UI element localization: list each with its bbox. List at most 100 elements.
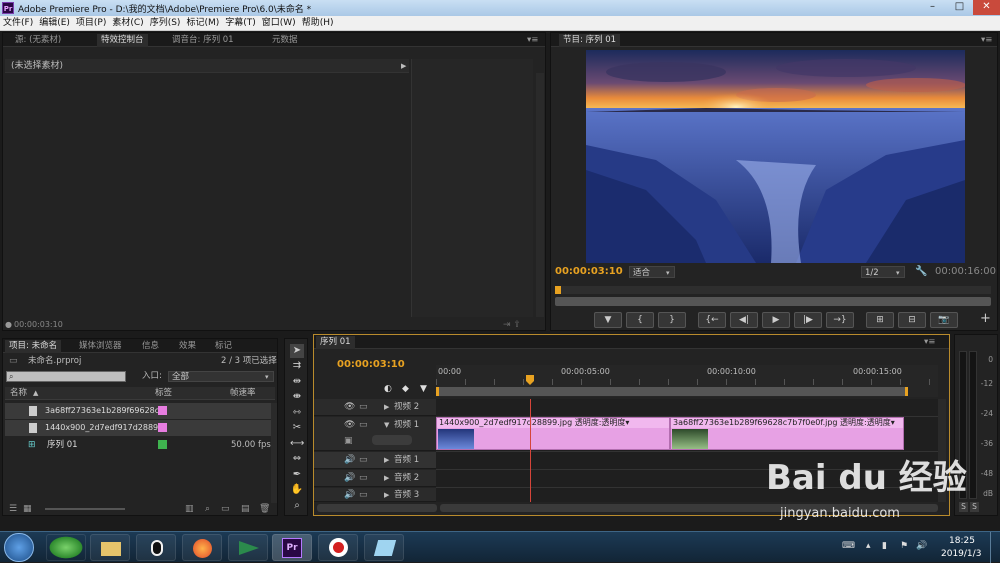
- zoom-tool-icon[interactable]: ⌕: [290, 499, 304, 513]
- video-clip[interactable]: 3a68ff27363e1b289f69628c7b7f0e0f.jpg 透明度…: [670, 417, 904, 450]
- expand-arrow-icon[interactable]: ▶: [401, 60, 406, 72]
- menu-sequence[interactable]: 序列(S): [147, 16, 184, 30]
- add-marker-icon[interactable]: ◆: [402, 383, 409, 395]
- thumbnail-size-slider[interactable]: [45, 508, 125, 510]
- tab-project[interactable]: 项目: 未命名: [5, 340, 62, 353]
- menu-marker[interactable]: 标记(M): [183, 16, 222, 30]
- mark-out-button[interactable]: }: [658, 312, 686, 328]
- list-item[interactable]: ⊞ 序列 01 50.00 fps: [5, 437, 271, 453]
- lock-icon[interactable]: ▭: [359, 419, 368, 431]
- lock-icon[interactable]: ▭: [359, 489, 368, 501]
- tab-effects[interactable]: 效果: [175, 340, 200, 353]
- start-button[interactable]: [4, 533, 34, 562]
- eye-icon[interactable]: 👁: [344, 401, 355, 413]
- program-panel-menu-icon[interactable]: ▾≡: [977, 34, 996, 47]
- close-button[interactable]: ✕: [973, 0, 1000, 15]
- hand-tool-icon[interactable]: ✋: [290, 483, 304, 497]
- work-area-bar[interactable]: [436, 387, 908, 396]
- collapse-arrow-icon[interactable]: ▶: [384, 401, 389, 413]
- column-name[interactable]: 名称: [10, 387, 27, 399]
- show-hidden-icons[interactable]: ▴: [866, 540, 871, 552]
- rolling-edit-tool-icon[interactable]: ⇼: [290, 390, 304, 404]
- program-timecode[interactable]: 00:00:03:10: [555, 266, 623, 278]
- clock-date[interactable]: 2019/1/3: [941, 548, 981, 560]
- timeline-ruler[interactable]: 00:00 00:00:05:00 00:00:10:00 00:00:15:0…: [436, 365, 938, 397]
- panel-menu-icon[interactable]: ▾≡: [523, 34, 542, 47]
- tab-metadata[interactable]: 元数据: [268, 34, 302, 47]
- column-frame-rate[interactable]: 帧速率: [230, 387, 256, 399]
- expand-arrow-icon[interactable]: ▼: [384, 419, 389, 431]
- rate-stretch-tool-icon[interactable]: ⇿: [290, 406, 304, 420]
- tab-program[interactable]: 节目: 序列 01: [559, 34, 621, 47]
- step-forward-button[interactable]: |▶: [794, 312, 822, 328]
- program-playhead[interactable]: [555, 286, 561, 294]
- play-button[interactable]: ▶: [762, 312, 790, 328]
- tab-effect-controls[interactable]: 特效控制台: [97, 34, 148, 47]
- speaker-icon[interactable]: 🔊: [344, 472, 355, 484]
- menu-edit[interactable]: 编辑(E): [36, 16, 73, 30]
- add-button[interactable]: +: [980, 312, 991, 325]
- video-clip[interactable]: 1440x900_2d7edf917d28899.jpg 透明度:透明度▾: [436, 417, 670, 450]
- trash-icon[interactable]: 🗑: [259, 503, 270, 515]
- tab-markers[interactable]: 标记: [211, 340, 236, 353]
- speaker-icon[interactable]: 🔊: [344, 454, 355, 466]
- export-icon[interactable]: ⇥ ⇪: [503, 319, 521, 331]
- track-select-tool-icon[interactable]: ⇉: [290, 359, 304, 373]
- lift-button[interactable]: ⊞: [866, 312, 894, 328]
- taskbar-app-icon[interactable]: [46, 534, 86, 561]
- media-app-icon[interactable]: [228, 534, 268, 561]
- zoom-select[interactable]: 适合 ▾: [629, 266, 675, 278]
- program-mini-ruler[interactable]: [555, 286, 991, 294]
- tab-media-browser[interactable]: 媒体浏览器: [75, 340, 126, 353]
- timeline-timecode[interactable]: 00:00:03:10: [337, 359, 405, 371]
- automate-icon[interactable]: ▥: [185, 503, 194, 515]
- icon-view-icon[interactable]: ▦: [23, 503, 32, 515]
- premiere-taskbar-icon[interactable]: Pr: [272, 534, 312, 561]
- step-back-button[interactable]: ◀|: [730, 312, 758, 328]
- selection-tool-icon[interactable]: ➤: [290, 344, 304, 358]
- clock-time[interactable]: 18:25: [949, 535, 975, 547]
- collapse-arrow-icon[interactable]: ▶: [384, 454, 389, 466]
- menu-file[interactable]: 文件(F): [0, 16, 36, 30]
- playhead-line[interactable]: [530, 399, 531, 502]
- tab-sequence[interactable]: 序列 01: [316, 336, 355, 349]
- file-explorer-icon[interactable]: [90, 534, 130, 561]
- marker-icon[interactable]: ▼: [420, 383, 427, 395]
- collapse-arrow-icon[interactable]: ▶: [384, 472, 389, 484]
- mark-in-button[interactable]: {: [626, 312, 654, 328]
- column-label[interactable]: 标签: [155, 387, 172, 399]
- sort-ascending-icon[interactable]: ▲: [33, 387, 38, 399]
- program-zoom-scrollbar[interactable]: [555, 297, 991, 306]
- keyframe-navigator[interactable]: [372, 435, 412, 445]
- network-icon[interactable]: ▮: [882, 540, 887, 552]
- firefox-icon[interactable]: [182, 534, 222, 561]
- tab-source[interactable]: 源: (无素材): [11, 34, 65, 47]
- menu-clip[interactable]: 素材(C): [109, 16, 146, 30]
- timeline-zoom-slider[interactable]: [317, 504, 437, 512]
- resolution-select[interactable]: 1/2 ▾: [861, 266, 905, 278]
- find-icon[interactable]: ⌕: [205, 503, 210, 515]
- new-item-icon[interactable]: ▤: [241, 503, 250, 515]
- wrench-icon[interactable]: 🔧: [915, 266, 927, 278]
- in-point-select[interactable]: 全部 ▾: [168, 371, 274, 382]
- vertical-scrollbar[interactable]: [536, 73, 544, 317]
- eye-icon[interactable]: 👁: [344, 419, 355, 431]
- export-frame-button[interactable]: 📷: [930, 312, 958, 328]
- flag-icon[interactable]: ⚑: [900, 540, 908, 552]
- show-desktop-button[interactable]: [990, 532, 1000, 563]
- ripple-edit-tool-icon[interactable]: ⇹: [290, 375, 304, 389]
- project-scrollbar[interactable]: [271, 403, 277, 503]
- menu-help[interactable]: 帮助(H): [299, 16, 337, 30]
- record-icon[interactable]: [318, 534, 358, 561]
- speaker-icon[interactable]: 🔊: [344, 489, 355, 501]
- extract-button[interactable]: ⊟: [898, 312, 926, 328]
- volume-icon[interactable]: 🔊: [916, 540, 927, 552]
- maximize-button[interactable]: □: [946, 0, 973, 15]
- display-style-icon[interactable]: ▣: [344, 435, 353, 447]
- lock-icon[interactable]: ▭: [359, 472, 368, 484]
- list-view-icon[interactable]: ☰: [9, 503, 17, 515]
- new-bin-icon[interactable]: ▭: [221, 503, 230, 515]
- collapse-arrow-icon[interactable]: ▶: [384, 489, 389, 501]
- lock-icon[interactable]: ▭: [359, 401, 368, 413]
- project-search-input[interactable]: ⌕: [6, 371, 126, 382]
